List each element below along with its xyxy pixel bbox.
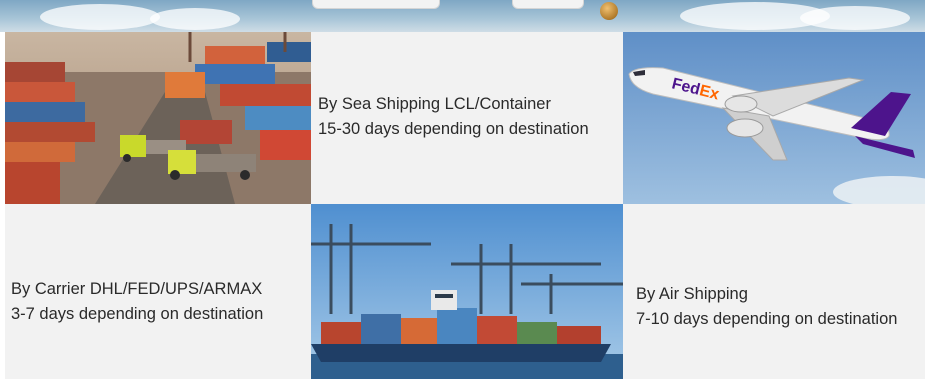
sea-shipping-duration: 15-30 days depending on destination bbox=[318, 120, 589, 138]
container-ship-photo bbox=[311, 204, 623, 379]
sea-shipping-title: By Sea Shipping LCL/Container bbox=[318, 95, 551, 113]
banner-tab bbox=[312, 0, 440, 9]
carrier-caption: By Carrier DHL/FED/UPS/ARMAX 3-7 days de… bbox=[11, 277, 263, 327]
air-shipping-tile: By Air Shipping 7-10 days depending on d… bbox=[623, 204, 925, 379]
air-shipping-title: By Air Shipping bbox=[636, 285, 748, 303]
cloud-decoration bbox=[150, 8, 240, 30]
air-shipping-caption: By Air Shipping 7-10 days depending on d… bbox=[636, 282, 897, 332]
balloon-icon bbox=[600, 2, 618, 20]
cloud-decoration bbox=[40, 4, 160, 30]
shipping-methods-grid: By Sea Shipping LCL/Container 15-30 days… bbox=[0, 32, 925, 379]
sea-shipping-caption: By Sea Shipping LCL/Container 15-30 days… bbox=[318, 92, 589, 142]
cloud-decoration bbox=[800, 6, 910, 30]
air-shipping-duration: 7-10 days depending on destination bbox=[636, 310, 898, 328]
banner-tab bbox=[512, 0, 584, 9]
carrier-tile: By Carrier DHL/FED/UPS/ARMAX 3-7 days de… bbox=[5, 204, 311, 379]
carrier-duration: 3-7 days depending on destination bbox=[11, 305, 264, 323]
container-yard-photo bbox=[5, 32, 311, 204]
top-banner bbox=[0, 0, 925, 32]
carrier-title: By Carrier DHL/FED/UPS/ARMAX bbox=[11, 280, 263, 298]
sea-shipping-tile: By Sea Shipping LCL/Container 15-30 days… bbox=[311, 32, 623, 204]
fedex-airplane-photo: FedEx bbox=[623, 32, 925, 204]
